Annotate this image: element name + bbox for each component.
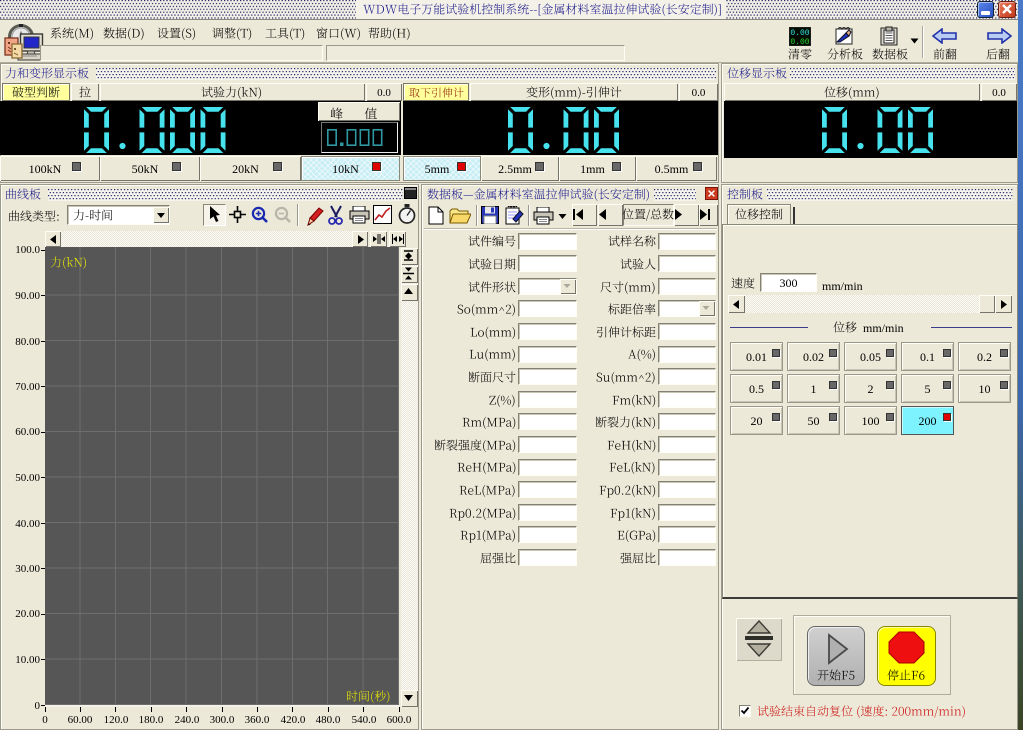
svg-text:0.00: 0.00: [790, 38, 809, 46]
svg-text:0.00: 0.00: [790, 29, 809, 38]
